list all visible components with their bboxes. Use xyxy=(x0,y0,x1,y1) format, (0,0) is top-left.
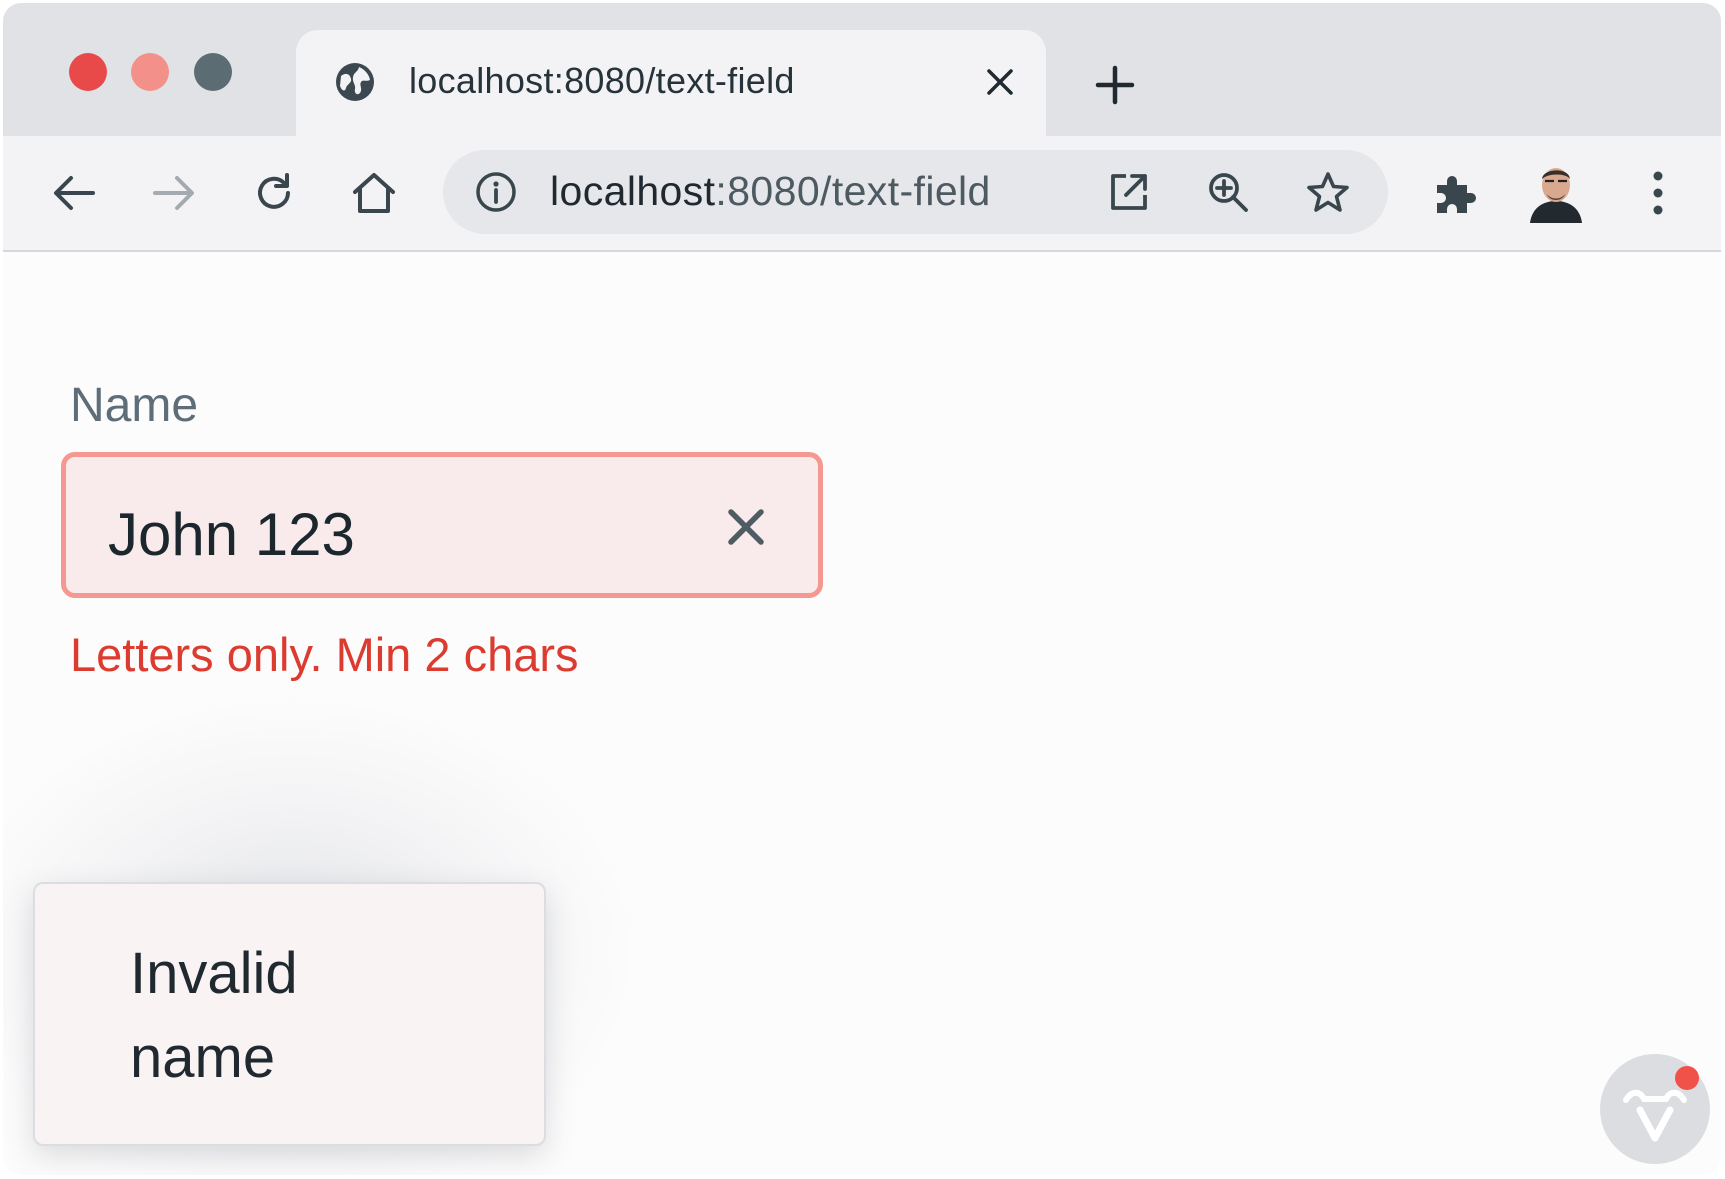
profile-avatar-icon[interactable] xyxy=(1526,161,1586,225)
new-tab-icon[interactable] xyxy=(1088,58,1142,112)
browser-tab[interactable]: localhost:8080/text-field xyxy=(296,30,1046,136)
notification-card: Invalid name xyxy=(33,882,546,1146)
clear-field-icon[interactable] xyxy=(721,502,771,552)
close-window-button[interactable] xyxy=(69,53,107,91)
more-menu-icon[interactable] xyxy=(1631,166,1685,220)
notification-dot xyxy=(1675,1066,1699,1090)
notification-message: Invalid name xyxy=(130,941,298,1090)
dev-tools-badge[interactable] xyxy=(1600,1054,1710,1164)
url-host: localhost xyxy=(550,168,716,214)
vaadin-logo-icon xyxy=(1623,1089,1687,1142)
maximize-window-button[interactable] xyxy=(194,53,232,91)
page-content: Name John 123 Letters only. Min 2 chars … xyxy=(3,252,1721,1175)
tab-title: localhost:8080/text-field xyxy=(409,60,795,101)
open-in-new-icon[interactable] xyxy=(1105,168,1153,216)
address-url[interactable]: localhost:8080/text-field xyxy=(550,168,991,215)
bookmark-star-icon[interactable] xyxy=(1304,168,1352,216)
reload-icon[interactable] xyxy=(247,166,301,220)
name-field-value[interactable]: John 123 xyxy=(108,500,355,569)
zoom-icon[interactable] xyxy=(1204,168,1252,216)
field-error-message: Letters only. Min 2 chars xyxy=(70,628,579,681)
home-icon[interactable] xyxy=(347,166,401,220)
extensions-puzzle-icon[interactable] xyxy=(1428,166,1482,220)
name-field-label: Name xyxy=(70,379,199,432)
browser-window: localhost:8080/text-field localhost:8080… xyxy=(3,3,1721,1175)
back-arrow-icon[interactable] xyxy=(47,166,101,220)
address-bar[interactable]: localhost:8080/text-field xyxy=(443,150,1388,234)
forward-arrow-icon[interactable] xyxy=(147,166,201,220)
name-text-field[interactable]: John 123 xyxy=(61,452,823,598)
url-path: :8080/text-field xyxy=(715,168,991,214)
site-info-icon[interactable] xyxy=(475,171,517,213)
minimize-window-button[interactable] xyxy=(131,53,169,91)
browser-toolbar: localhost:8080/text-field xyxy=(3,136,1721,252)
globe-icon xyxy=(336,63,374,101)
close-tab-icon[interactable] xyxy=(976,58,1024,106)
tab-strip: localhost:8080/text-field xyxy=(3,3,1721,136)
